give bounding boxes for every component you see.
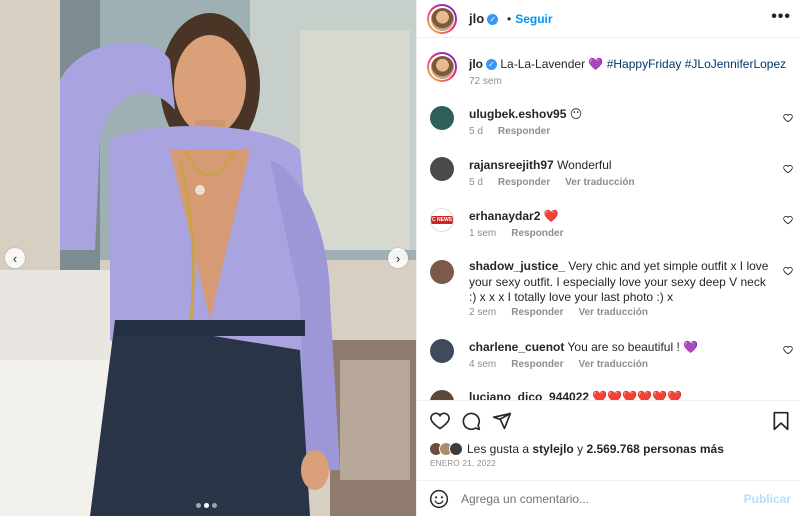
- see-translation-button[interactable]: Ver traducción: [578, 359, 647, 370]
- author-username-header[interactable]: jlo ✓: [469, 11, 499, 26]
- chevron-right-icon: ›: [395, 250, 401, 266]
- reply-button[interactable]: Responder: [511, 307, 563, 318]
- next-slide-button[interactable]: ›: [388, 248, 408, 268]
- caption-username[interactable]: jlo: [469, 57, 483, 71]
- likes-summary[interactable]: Les gusta a stylejlo y 2.569.768 persona…: [429, 440, 724, 458]
- carousel-dot: [196, 503, 201, 508]
- add-comment-bar: Publicar: [417, 480, 800, 516]
- like-comment-heart-icon[interactable]: [783, 345, 793, 355]
- chevron-left-icon: ‹: [12, 250, 18, 266]
- carousel-dot-active: [204, 503, 209, 508]
- post-header: jlo ✓ • Seguir •••: [417, 0, 800, 38]
- likes-conjunction: y: [577, 442, 584, 456]
- comment-meta: 2 sem Responder Ver traducción: [469, 307, 663, 318]
- reply-button[interactable]: Responder: [511, 359, 563, 370]
- comment-time[interactable]: 2 sem: [469, 307, 496, 318]
- like-comment-heart-icon[interactable]: [783, 164, 793, 174]
- like-comment-heart-icon[interactable]: [783, 215, 793, 225]
- comment-text: 😶: [569, 107, 583, 121]
- follow-label[interactable]: Seguir: [515, 12, 552, 26]
- commenter-username[interactable]: erhanaydar2: [469, 209, 540, 223]
- liker-username[interactable]: stylejlo: [532, 442, 573, 456]
- commenter-avatar[interactable]: [430, 157, 454, 181]
- like-comment-heart-icon[interactable]: [783, 113, 793, 123]
- comment-body: erhanaydar2 ❤️: [469, 209, 771, 225]
- comment-time[interactable]: 5 d: [469, 177, 483, 188]
- carousel-indicator: [196, 503, 217, 508]
- emoji-icon[interactable]: [429, 489, 449, 509]
- comment-icon[interactable]: [461, 411, 481, 431]
- caption-timestamp[interactable]: 72 sem: [469, 76, 502, 87]
- comment-meta: 5 d Responder Ver traducción: [469, 177, 650, 188]
- comment-text: Wonderful: [557, 158, 612, 172]
- more-options-icon[interactable]: •••: [771, 8, 791, 26]
- commenter-avatar[interactable]: [430, 339, 454, 363]
- commenter-username[interactable]: luciano_dico_944022: [469, 390, 589, 400]
- publish-button[interactable]: Publicar: [744, 492, 791, 506]
- caption-author-avatar[interactable]: [427, 52, 457, 82]
- comment-text: ❤️❤️❤️❤️❤️❤️: [592, 390, 683, 400]
- commenter-avatar[interactable]: C NEWS: [430, 208, 454, 232]
- post-actions: [417, 400, 800, 440]
- comment-meta: 5 d Responder: [469, 126, 565, 137]
- like-comment-heart-icon[interactable]: [783, 266, 793, 276]
- commenter-username[interactable]: rajansreejith97: [469, 158, 554, 172]
- likes-prefix: Les gusta a: [467, 442, 530, 456]
- comment-time[interactable]: 5 d: [469, 126, 483, 137]
- comment-text: ❤️: [543, 209, 559, 223]
- likes-count[interactable]: 2.569.768 personas más: [586, 442, 723, 456]
- caption-hashtags[interactable]: #HappyFriday #JLoJenniferLopez: [607, 57, 786, 71]
- previous-slide-button[interactable]: ‹: [5, 248, 25, 268]
- author-username[interactable]: jlo: [469, 11, 484, 26]
- reply-button[interactable]: Responder: [511, 228, 563, 239]
- comment-time[interactable]: 1 sem: [469, 228, 496, 239]
- commenter-avatar[interactable]: [430, 390, 454, 400]
- heart-icon[interactable]: [430, 411, 450, 431]
- carousel-dot: [212, 503, 217, 508]
- commenter-avatar[interactable]: [430, 260, 454, 284]
- comment-time[interactable]: 4 sem: [469, 359, 496, 370]
- see-translation-button[interactable]: Ver traducción: [578, 307, 647, 318]
- verified-badge-icon: ✓: [487, 14, 499, 26]
- post-photo: [0, 0, 416, 516]
- comment-body: charlene_cuenot You are so beautiful ! 💜: [469, 340, 771, 356]
- reply-button[interactable]: Responder: [498, 177, 550, 188]
- commenter-username[interactable]: ulugbek.eshov95: [469, 107, 566, 121]
- caption-text: La-La-Lavender 💜: [500, 57, 604, 71]
- likes-text: Les gusta a stylejlo y 2.569.768 persona…: [467, 442, 724, 456]
- comment-item-partial: luciano_dico_944022 ❤️❤️❤️❤️❤️❤️: [417, 388, 800, 400]
- caption: jlo ✓ La-La-Lavender 💜 #HappyFriday #JLoJ…: [469, 57, 786, 71]
- commenter-avatar[interactable]: [430, 106, 454, 130]
- post-date[interactable]: ENERO 21, 2022: [430, 459, 496, 468]
- liker-avatar: [449, 442, 463, 456]
- verified-badge-icon: ✓: [486, 59, 497, 71]
- author-avatar[interactable]: [427, 4, 457, 34]
- reply-button[interactable]: Responder: [498, 126, 550, 137]
- comment-meta: 4 sem Responder Ver traducción: [469, 359, 663, 370]
- header-separator: •: [507, 12, 512, 26]
- bookmark-icon[interactable]: [771, 411, 791, 431]
- see-translation-button[interactable]: Ver traducción: [565, 177, 634, 188]
- avatar-logo-text: C NEWS: [431, 216, 453, 224]
- follow-button[interactable]: • Seguir: [507, 12, 553, 26]
- comment-body: luciano_dico_944022 ❤️❤️❤️❤️❤️❤️: [469, 390, 771, 400]
- comment-input[interactable]: [461, 490, 741, 508]
- commenter-username[interactable]: shadow_justice_: [469, 259, 565, 273]
- comment-body: rajansreejith97 Wonderful: [469, 158, 771, 174]
- share-icon[interactable]: [492, 411, 512, 431]
- comment-body: ulugbek.eshov95 😶: [469, 107, 771, 123]
- commenter-username[interactable]: charlene_cuenot: [469, 340, 564, 354]
- comment-body: shadow_justice_ Very chic and yet simple…: [469, 259, 771, 306]
- comment-text: You are so beautiful ! 💜: [567, 340, 699, 354]
- comment-meta: 1 sem Responder: [469, 228, 578, 239]
- post-media[interactable]: ‹ ›: [0, 0, 416, 516]
- post-side-panel: jlo ✓ • Seguir ••• jlo ✓ La-La-Lavender 💜 #…: [416, 0, 800, 516]
